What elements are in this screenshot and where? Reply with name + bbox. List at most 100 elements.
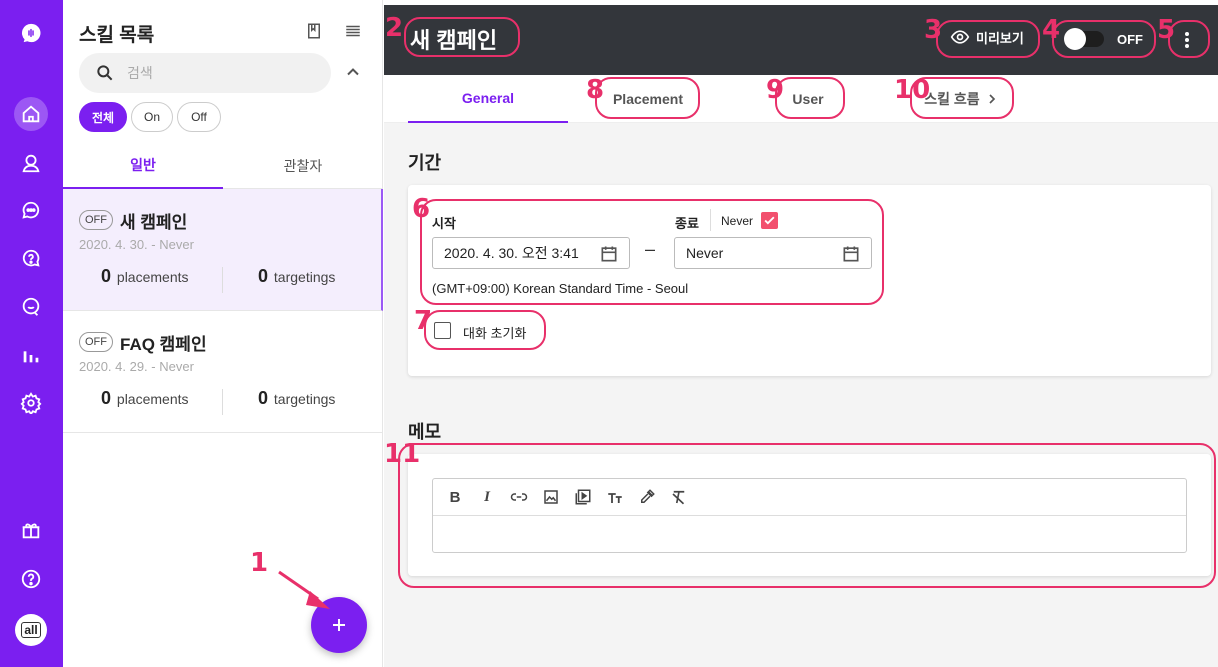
tab-observer[interactable]: 관찰자 <box>223 143 383 189</box>
campaign-title[interactable]: 새 캠페인 <box>410 23 497 55</box>
search-input[interactable]: 검색 <box>79 53 331 93</box>
campaign-name: 새 캠페인 <box>120 213 188 232</box>
tab-general[interactable]: 일반 <box>63 143 223 189</box>
campaign-card[interactable]: OFF 새 캠페인 2020. 4. 30. - Never 0 placeme… <box>63 189 383 311</box>
annotation-number-9: 9 <box>766 75 785 105</box>
reset-conversation-label: 대화 초기화 <box>463 326 527 341</box>
chat-icon[interactable] <box>14 194 48 228</box>
image-icon <box>544 490 558 504</box>
divider <box>222 267 223 293</box>
home-icon[interactable] <box>14 97 48 131</box>
tab-user[interactable]: User <box>778 75 838 123</box>
divider <box>222 389 223 415</box>
targetings-count: 0 targetings <box>258 388 336 408</box>
search-placeholder: 검색 <box>127 65 153 81</box>
campaign-dates: 2020. 4. 29. - Never <box>79 359 194 374</box>
preview-label: 미리보기 <box>976 30 1024 46</box>
settings-icon[interactable] <box>14 386 48 420</box>
status-badge: OFF <box>79 332 113 352</box>
divider <box>710 209 711 231</box>
bookmark-icon[interactable] <box>305 22 323 40</box>
menu-icon[interactable] <box>344 22 362 40</box>
period-card: 시작 2020. 4. 30. 오전 3:41 – 종료 Never Never… <box>408 185 1211 376</box>
start-date-value: 2020. 4. 30. 오전 3:41 <box>444 245 579 261</box>
video-icon <box>575 489 591 505</box>
campaign-header: 새 캠페인 미리보기 OFF <box>384 5 1218 75</box>
annotation-number-5: 5 <box>1157 15 1176 45</box>
annotation-number-1: 1 <box>250 548 269 578</box>
user-icon[interactable] <box>14 146 48 180</box>
placements-count: 0 placements <box>101 266 189 286</box>
annotation-number-10: 10 <box>894 75 931 105</box>
placements-count: 0 placements <box>101 388 189 408</box>
start-label: 시작 <box>432 216 456 231</box>
eyedropper-icon <box>641 489 655 503</box>
end-label: 종료 <box>675 216 699 231</box>
text-size-button[interactable] <box>599 483 631 511</box>
question-icon[interactable] <box>14 562 48 596</box>
avatar-label: all <box>21 622 41 638</box>
profile-avatar[interactable]: all <box>15 614 47 646</box>
timezone-label[interactable]: (GMT+09:00) Korean Standard Time - Seoul <box>432 281 688 296</box>
period-section-title: 기간 <box>408 153 442 173</box>
annotation-number-8: 8 <box>586 75 605 105</box>
tab-skill-flow-label: 스킬 흐름 <box>924 91 980 107</box>
campaign-dates: 2020. 4. 30. - Never <box>79 237 194 252</box>
calendar-icon[interactable] <box>841 244 861 264</box>
plus-icon <box>333 619 345 631</box>
more-vert-icon[interactable] <box>1181 29 1193 51</box>
chevron-right-icon <box>989 94 995 104</box>
help-chat-icon[interactable] <box>14 242 48 276</box>
link-icon <box>510 493 528 501</box>
tab-general[interactable]: General <box>408 75 568 123</box>
check-icon <box>764 216 775 225</box>
panel-title: 스킬 목록 <box>79 25 155 46</box>
search-icon <box>97 65 113 81</box>
calendar-icon[interactable] <box>599 244 619 264</box>
campaign-toggle[interactable] <box>1064 28 1104 50</box>
main-content: 기간 시작 2020. 4. 30. 오전 3:41 – 종료 Never Ne… <box>384 123 1218 667</box>
toggle-label: OFF <box>1117 32 1143 47</box>
clear-format-icon <box>672 490 685 505</box>
toggle-knob <box>1064 28 1086 50</box>
clear-format-button[interactable] <box>663 483 695 511</box>
preview-button[interactable]: 미리보기 <box>950 27 1024 47</box>
italic-button[interactable]: I <box>471 483 503 511</box>
start-date-input[interactable]: 2020. 4. 30. 오전 3:41 <box>432 237 630 269</box>
skill-list-panel: 스킬 목록 검색 전체 On Off 일반 관찰자 OFF 새 캠페인 2020… <box>63 0 383 667</box>
targetings-count: 0 targetings <box>258 266 336 286</box>
reset-conversation-checkbox[interactable] <box>434 322 451 339</box>
link-button[interactable] <box>503 483 535 511</box>
video-button[interactable] <box>567 483 599 511</box>
annotation-number-11: 11 <box>384 439 421 469</box>
annotation-number-2: 2 <box>385 13 404 43</box>
bold-button[interactable]: B <box>439 483 471 511</box>
gift-icon[interactable] <box>14 513 48 547</box>
talk-icon[interactable] <box>14 290 48 324</box>
date-separator: – <box>645 239 656 259</box>
never-label: Never <box>721 214 754 228</box>
tab-placement[interactable]: Placement <box>598 75 698 123</box>
color-picker-button[interactable] <box>631 483 663 511</box>
text-size-icon <box>608 493 622 503</box>
eye-icon <box>950 30 970 44</box>
filter-on-chip[interactable]: On <box>131 102 173 132</box>
campaign-tabs: General Placement User 스킬 흐름 <box>384 75 1218 123</box>
never-checkbox[interactable] <box>761 212 778 229</box>
annotation-number-4: 4 <box>1042 15 1061 45</box>
logo-icon[interactable] <box>14 16 48 50</box>
memo-card: B I <box>408 454 1211 576</box>
chevron-up-icon[interactable] <box>343 62 363 82</box>
annotation-arrow <box>278 570 330 609</box>
tab-skill-flow[interactable]: 스킬 흐름 <box>920 75 1004 123</box>
statistics-icon[interactable] <box>14 338 48 372</box>
campaign-name: FAQ 캠페인 <box>120 335 207 354</box>
panel-tabs: 일반 관찰자 <box>63 143 383 189</box>
filter-off-chip[interactable]: Off <box>177 102 221 132</box>
memo-editor[interactable]: B I <box>432 478 1187 553</box>
filter-all-chip[interactable]: 전체 <box>79 102 127 132</box>
image-button[interactable] <box>535 483 567 511</box>
end-date-input[interactable]: Never <box>674 237 872 269</box>
campaign-card[interactable]: OFF FAQ 캠페인 2020. 4. 29. - Never 0 place… <box>63 311 383 433</box>
annotation-number-6: 6 <box>412 194 431 224</box>
